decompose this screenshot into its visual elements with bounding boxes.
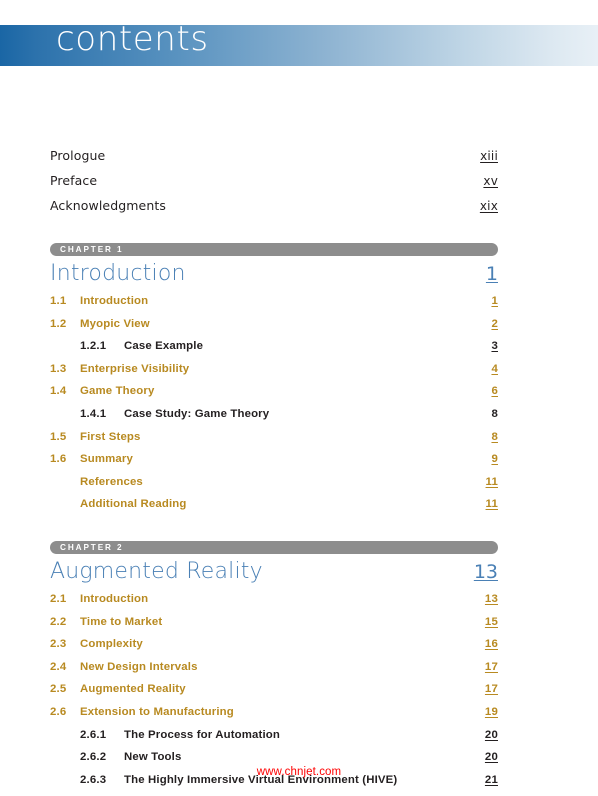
section-row[interactable]: 2.6 Extension to Manufacturing 19 (50, 706, 498, 729)
chapter-list: CHAPTER 1 Introduction 1 1.1 Introduction 1 1.… (50, 243, 498, 796)
section-page-number: 11 (485, 498, 498, 511)
section-label: Augmented Reality (80, 683, 186, 696)
section-label: Game Theory (80, 385, 155, 398)
front-matter-title: Preface (50, 173, 98, 188)
subsection-label: The Process for Automation (124, 728, 281, 741)
section-page-number: 3 (491, 340, 498, 353)
section-label: Myopic View (80, 317, 150, 330)
section-number: 1.5 (50, 430, 67, 443)
section-row[interactable]: 1.1 Introduction 1 (50, 295, 498, 318)
subsection-row[interactable]: 2.6.1 The Process for Automation 20 (50, 729, 498, 752)
section-row[interactable]: 2.2 Time to Market 15 (50, 616, 498, 639)
section-number: 1.1 (50, 295, 67, 307)
section-row[interactable]: 1.4 Game Theory 6 (50, 385, 498, 408)
section-label: Introduction (80, 295, 149, 307)
subsection-row[interactable]: 1.4.1 Case Study: Game Theory 8 (50, 408, 498, 431)
section-page-number: 17 (484, 683, 498, 696)
section-page-number: 19 (484, 705, 498, 718)
section-label: References (80, 475, 143, 488)
section-page-number: 13 (484, 592, 498, 605)
section-page-number: 4 (491, 362, 498, 375)
section-label: Summary (80, 453, 133, 466)
chapter-bar-label: CHAPTER 1 (60, 245, 124, 254)
chapter-page-number: 13 (473, 560, 498, 583)
chapter-title: Introduction (50, 261, 186, 286)
section-row[interactable]: 1.5 First Steps 8 (50, 431, 498, 454)
chapter-page-number: 1 (485, 263, 498, 285)
front-matter-title: Prologue (50, 148, 106, 163)
section-label: Additional Reading (80, 498, 187, 511)
chapter-heading[interactable]: Introduction 1 (50, 261, 498, 286)
chapter-bar-label: CHAPTER 2 (60, 542, 124, 552)
front-matter-page-number: xiii (480, 149, 498, 163)
subsection-label: Case Example (124, 340, 204, 353)
section-label: New Design Intervals (80, 660, 198, 673)
section-page-number: 2 (491, 317, 498, 330)
section-number: 2.1 (50, 592, 67, 605)
section-row[interactable]: 1.6 Summary 9 (50, 453, 498, 476)
section-page-number: 1 (491, 295, 498, 307)
section-page-number: 9 (491, 453, 498, 466)
front-matter-row[interactable]: Preface xv (50, 173, 498, 198)
front-matter-title: Acknowledgments (50, 198, 166, 213)
section-label: Extension to Manufacturing (80, 705, 234, 718)
section-row[interactable]: References 11 (50, 476, 498, 499)
section-row[interactable]: 1.2 Myopic View 2 (50, 318, 498, 341)
section-number: 2.4 (50, 660, 67, 673)
section-page-number: 8 (491, 407, 498, 420)
section-list: 1.1 Introduction 1 1.2 Myopic View 2 1.2.1 Case… (50, 295, 498, 521)
page-title: contents (56, 19, 209, 59)
subsection-number: 2.6.2 (80, 751, 107, 764)
chapter-block: CHAPTER 1 Introduction 1 1.1 Introduction 1 1.… (50, 243, 498, 521)
toc-content: Prologue xiii Preface xv Acknowledgments xix … (50, 148, 498, 796)
section-number: 2.6 (50, 705, 67, 718)
front-matter-list: Prologue xiii Preface xv Acknowledgments xix (50, 148, 498, 223)
chapter-heading[interactable]: Augmented Reality 13 (50, 559, 498, 584)
section-row[interactable]: 2.1 Introduction 13 (50, 593, 498, 616)
section-page-number: 15 (484, 615, 498, 628)
section-number: 2.3 (50, 638, 67, 651)
subsection-number: 1.4.1 (80, 407, 107, 420)
section-row[interactable]: 2.5 Augmented Reality 17 (50, 683, 498, 706)
section-number: 1.3 (50, 362, 67, 375)
section-page-number: 16 (484, 638, 498, 651)
section-label: Enterprise Visibility (80, 362, 190, 375)
section-row[interactable]: 1.3 Enterprise Visibility 4 (50, 363, 498, 386)
section-page-number: 6 (491, 385, 498, 398)
section-page-number: 11 (485, 475, 498, 488)
section-page-number: 20 (484, 728, 498, 741)
section-number: 1.2 (50, 317, 67, 330)
section-row[interactable]: 2.4 New Design Intervals 17 (50, 661, 498, 684)
front-matter-row[interactable]: Prologue xiii (50, 148, 498, 173)
watermark: www.chnjet.com (256, 766, 342, 778)
section-number: 1.6 (50, 453, 67, 466)
chapter-block: CHAPTER 2 Augmented Reality 13 2.1 Introduct… (50, 540, 498, 796)
section-number: 1.4 (50, 385, 67, 398)
chapter-bar: CHAPTER 1 (50, 243, 498, 256)
chapter-bar: CHAPTER 2 (50, 540, 498, 554)
section-row[interactable]: 2.3 Complexity 16 (50, 638, 498, 661)
section-page-number: 8 (491, 430, 498, 443)
section-page-number: 20 (484, 751, 498, 764)
subsection-row[interactable]: 1.2.1 Case Example 3 (50, 340, 498, 363)
section-label: Time to Market (80, 615, 163, 628)
subsection-label: Case Study: Game Theory (124, 407, 270, 420)
section-label: Introduction (80, 592, 149, 605)
chapter-title: Augmented Reality (50, 558, 263, 584)
section-number: 2.2 (50, 615, 67, 628)
section-page-number: 17 (484, 660, 498, 673)
subsection-number: 1.2.1 (80, 340, 107, 353)
subsection-label: New Tools (124, 751, 182, 764)
section-label: Complexity (80, 638, 143, 651)
section-label: First Steps (80, 430, 141, 443)
front-matter-page-number: xix (479, 199, 498, 213)
section-row[interactable]: Additional Reading 11 (50, 498, 498, 521)
front-matter-row[interactable]: Acknowledgments xix (50, 198, 498, 223)
front-matter-page-number: xv (483, 174, 498, 188)
subsection-number: 2.6.1 (80, 728, 107, 741)
section-number: 2.5 (50, 683, 67, 696)
